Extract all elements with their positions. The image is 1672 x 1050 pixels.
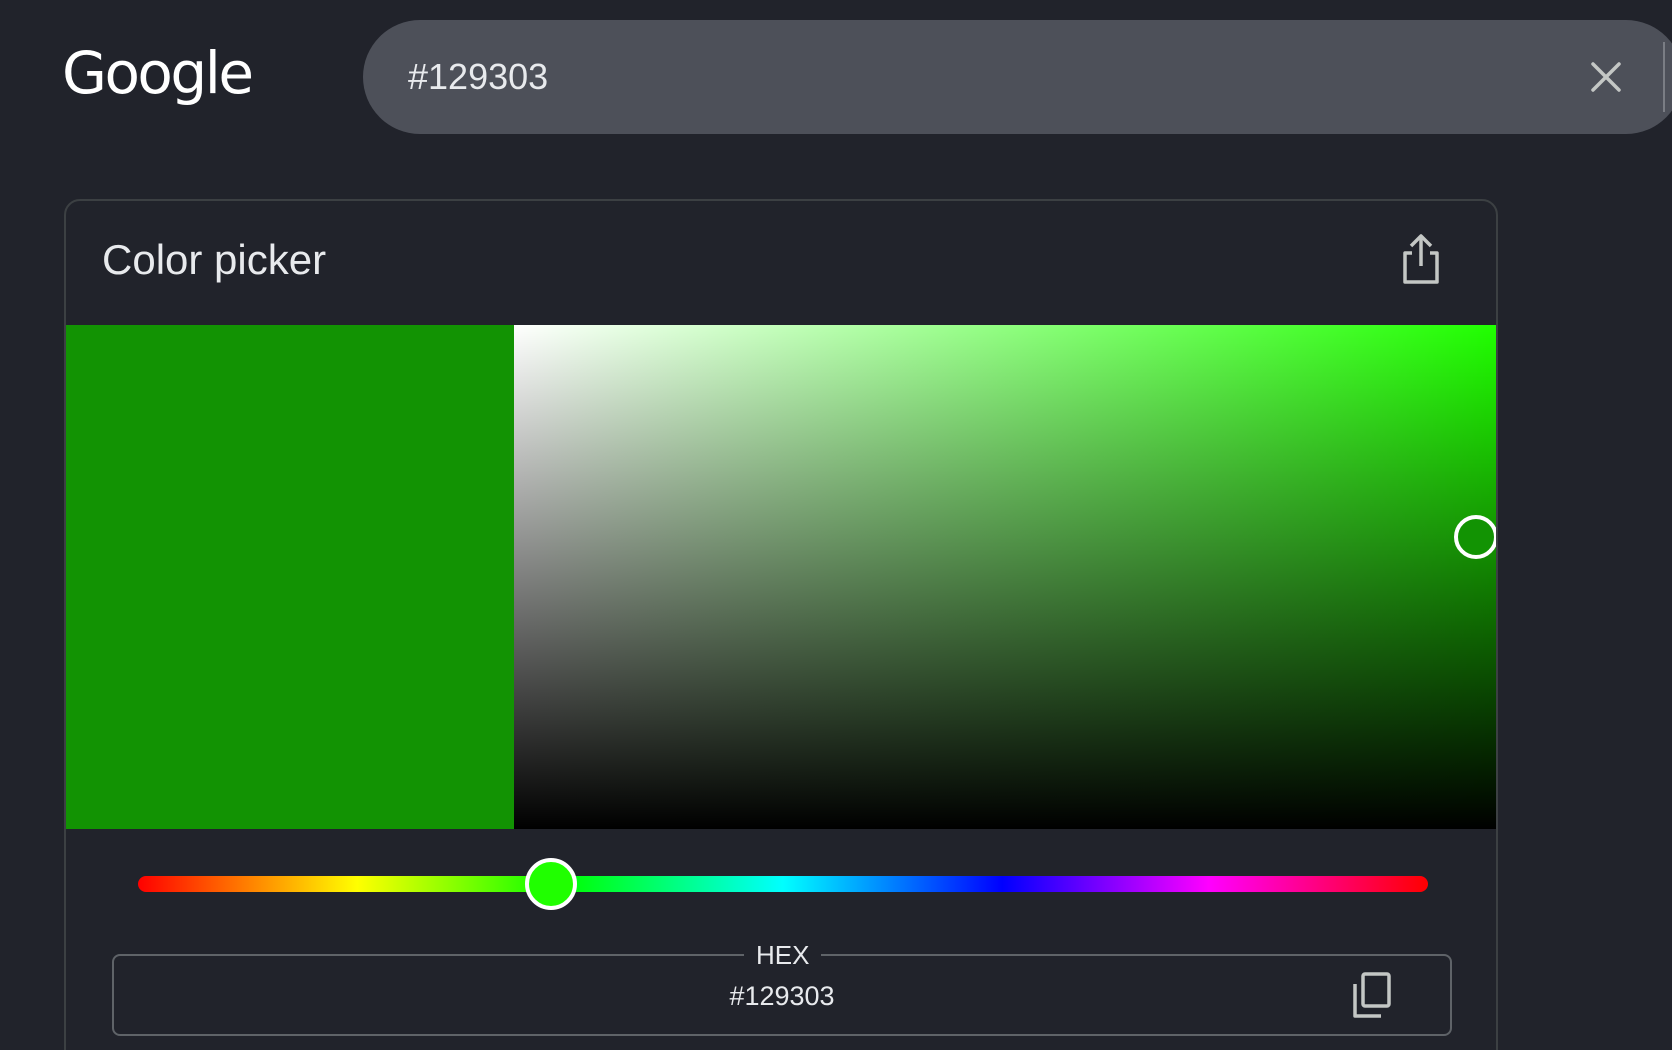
hue-slider[interactable] xyxy=(138,876,1428,892)
card-title: Color picker xyxy=(102,236,327,283)
copy-icon xyxy=(1353,972,1391,1018)
color-picker-area xyxy=(66,325,1496,829)
hex-field[interactable]: HEX #129303 xyxy=(112,940,1452,1036)
selected-color-swatch xyxy=(66,325,514,829)
copy-button[interactable] xyxy=(1349,970,1395,1020)
color-picker-card: Color picker HEX #129303 xyxy=(64,199,1498,1050)
saturation-value-picker[interactable] xyxy=(514,325,1496,829)
search-bar[interactable]: #129303 xyxy=(363,20,1672,134)
saturation-value-handle[interactable] xyxy=(1454,514,1496,559)
share-icon xyxy=(1403,234,1439,284)
search-divider xyxy=(1663,42,1665,112)
close-icon xyxy=(1591,62,1621,92)
hue-slider-handle[interactable] xyxy=(524,858,577,910)
search-input[interactable]: #129303 xyxy=(408,56,548,98)
share-button[interactable] xyxy=(1396,231,1446,287)
hex-value-input[interactable]: #129303 xyxy=(114,980,1450,1012)
hex-label: HEX xyxy=(744,940,822,970)
google-logo[interactable]: Google xyxy=(62,38,254,108)
clear-search-button[interactable] xyxy=(1583,54,1629,100)
